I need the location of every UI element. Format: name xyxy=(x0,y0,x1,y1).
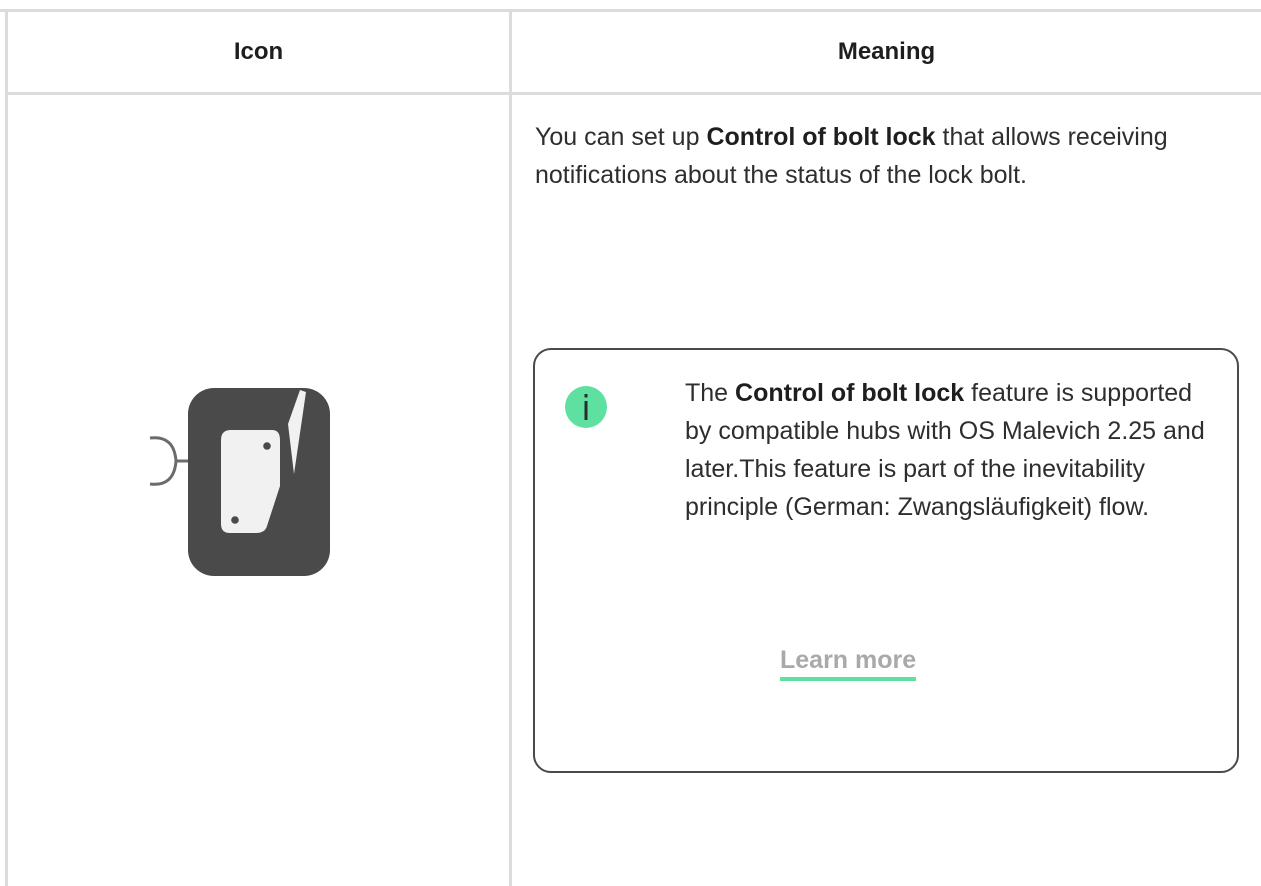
column-header-meaning: Meaning xyxy=(837,38,936,65)
table-left-border xyxy=(5,9,8,886)
callout-text: The Control of bolt lock feature is supp… xyxy=(685,374,1215,526)
icon-meaning-table: Icon Meaning You can set up Control of b… xyxy=(0,0,1261,886)
callout-feature-name: Control of bolt lock xyxy=(735,379,965,407)
column-header-icon: Icon xyxy=(233,38,284,65)
header-divider xyxy=(5,92,1261,95)
feature-name: Control of bolt lock xyxy=(706,123,936,151)
learn-more-link[interactable]: Learn more xyxy=(780,646,917,681)
description-text-start: You can set up xyxy=(535,123,707,151)
column-divider xyxy=(509,9,512,886)
meaning-description: You can set up Control of bolt lock that… xyxy=(535,118,1235,194)
info-icon xyxy=(565,386,607,428)
callout-text-start: The xyxy=(685,379,736,407)
bolt-lock-control-device-icon xyxy=(149,388,330,576)
info-callout: The Control of bolt lock feature is supp… xyxy=(533,348,1239,773)
